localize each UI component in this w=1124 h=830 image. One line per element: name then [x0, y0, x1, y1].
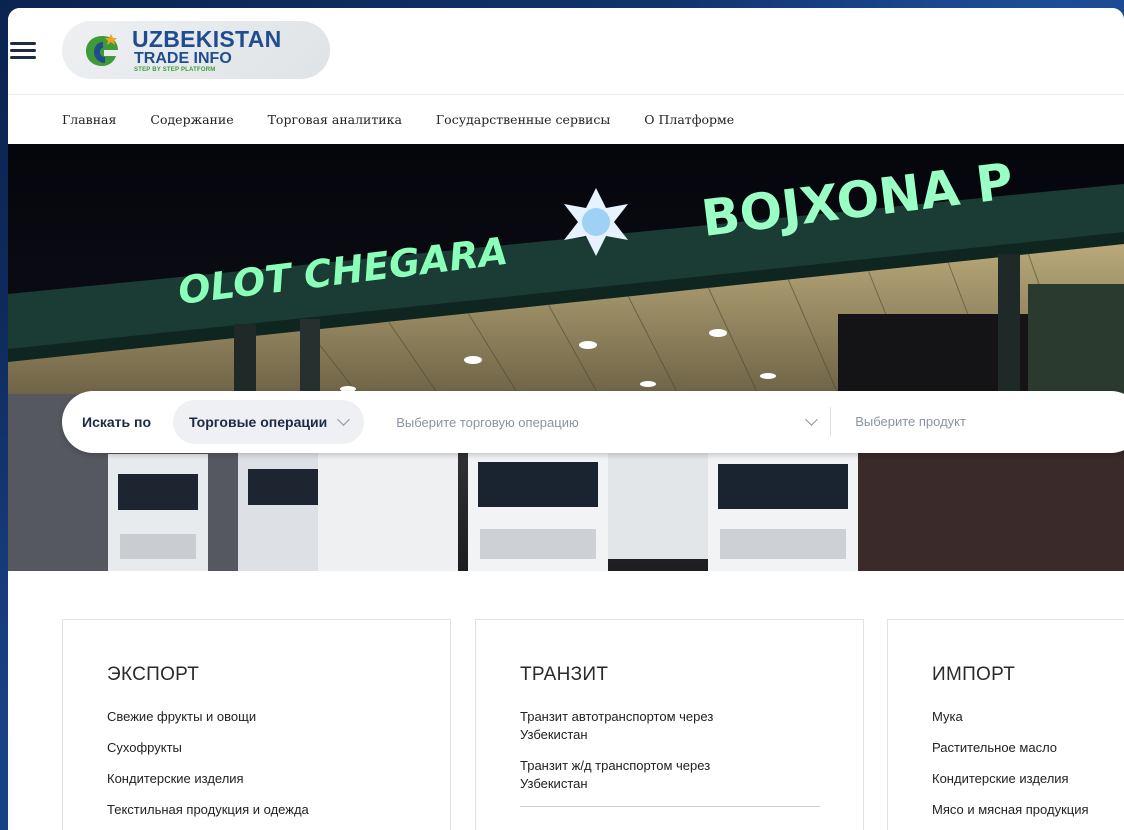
search-divider [830, 407, 832, 437]
card-title: ИМПОРТ [932, 664, 1016, 685]
list-item[interactable]: Транзит ж/д транспортом через Узбекистан [520, 757, 760, 793]
product-select[interactable]: Выберите продукт [855, 413, 966, 431]
nav-item-trade-analytics[interactable]: Торговая аналитика [268, 112, 402, 127]
chevron-down-icon [337, 413, 351, 426]
card-divider [520, 806, 820, 807]
nav-item-home[interactable]: Главная [62, 112, 116, 127]
logo-title: UZBEKISTAN [132, 25, 282, 52]
nav-item-about-platform[interactable]: О Платформе [644, 112, 734, 127]
card-title: ЭКСПОРТ [107, 664, 200, 685]
list-item[interactable]: Растительное масло [932, 739, 1124, 757]
logo-subtitle: TRADE INFO [134, 49, 232, 67]
operation-type-value: Торговые операции [189, 414, 328, 430]
list-item[interactable]: Свежие фрукты и овощи [107, 708, 407, 726]
main-nav: Главная Содержание Торговая аналитика Го… [8, 94, 1124, 144]
search-bar: Искать по Торговые операции Выберите тор… [62, 391, 1124, 453]
search-label: Искать по [82, 414, 152, 430]
list-item[interactable]: Сухофрукты [107, 739, 407, 757]
chevron-down-icon [805, 413, 819, 426]
list-item[interactable]: Мясо и мясная продукция [932, 801, 1124, 819]
menu-icon[interactable] [10, 42, 38, 62]
trade-categories: ЭКСПОРТ Свежие фрукты и овощи Сухофрукты… [8, 571, 1124, 830]
logo-tagline: STEP BY STEP PLATFORM [134, 66, 216, 73]
hero-image: OLOT CHEGARA BOJXONA P [8, 144, 1124, 571]
hero-banner: OLOT CHEGARA BOJXONA P Искать по Торговы… [8, 144, 1124, 571]
transit-card: ТРАНЗИТ Транзит автотранспортом через Уз… [475, 619, 864, 830]
card-title: ТРАНЗИТ [520, 664, 609, 685]
export-card: ЭКСПОРТ Свежие фрукты и овощи Сухофрукты… [62, 619, 451, 830]
nav-item-government-services[interactable]: Государственные сервисы [436, 112, 610, 127]
list-item[interactable]: Кондитерские изделия [932, 770, 1124, 788]
import-card: ИМПОРТ Мука Растительное масло Кондитерс… [887, 619, 1124, 830]
list-item[interactable]: Мука [932, 708, 1124, 726]
nav-item-contents[interactable]: Содержание [150, 112, 233, 127]
browser-page: UZBEKISTAN TRADE INFO STEP BY STEP PLATF… [8, 8, 1124, 830]
trade-operation-select[interactable]: Выберите торговую операцию [396, 413, 819, 430]
product-placeholder: Выберите продукт [855, 414, 966, 429]
site-logo[interactable]: UZBEKISTAN TRADE INFO STEP BY STEP PLATF… [62, 21, 330, 79]
trade-operation-placeholder: Выберите торговую операцию [396, 414, 579, 430]
list-item[interactable]: Кондитерские изделия [107, 770, 407, 788]
list-item[interactable]: Транзит автотранспортом через Узбекистан [520, 708, 760, 744]
operation-type-dropdown[interactable]: Торговые операции [173, 400, 365, 444]
header: UZBEKISTAN TRADE INFO STEP BY STEP PLATF… [8, 8, 1124, 94]
list-item[interactable]: Текстильная продукция и одежда [107, 801, 407, 819]
logo-mark-icon [86, 34, 118, 66]
